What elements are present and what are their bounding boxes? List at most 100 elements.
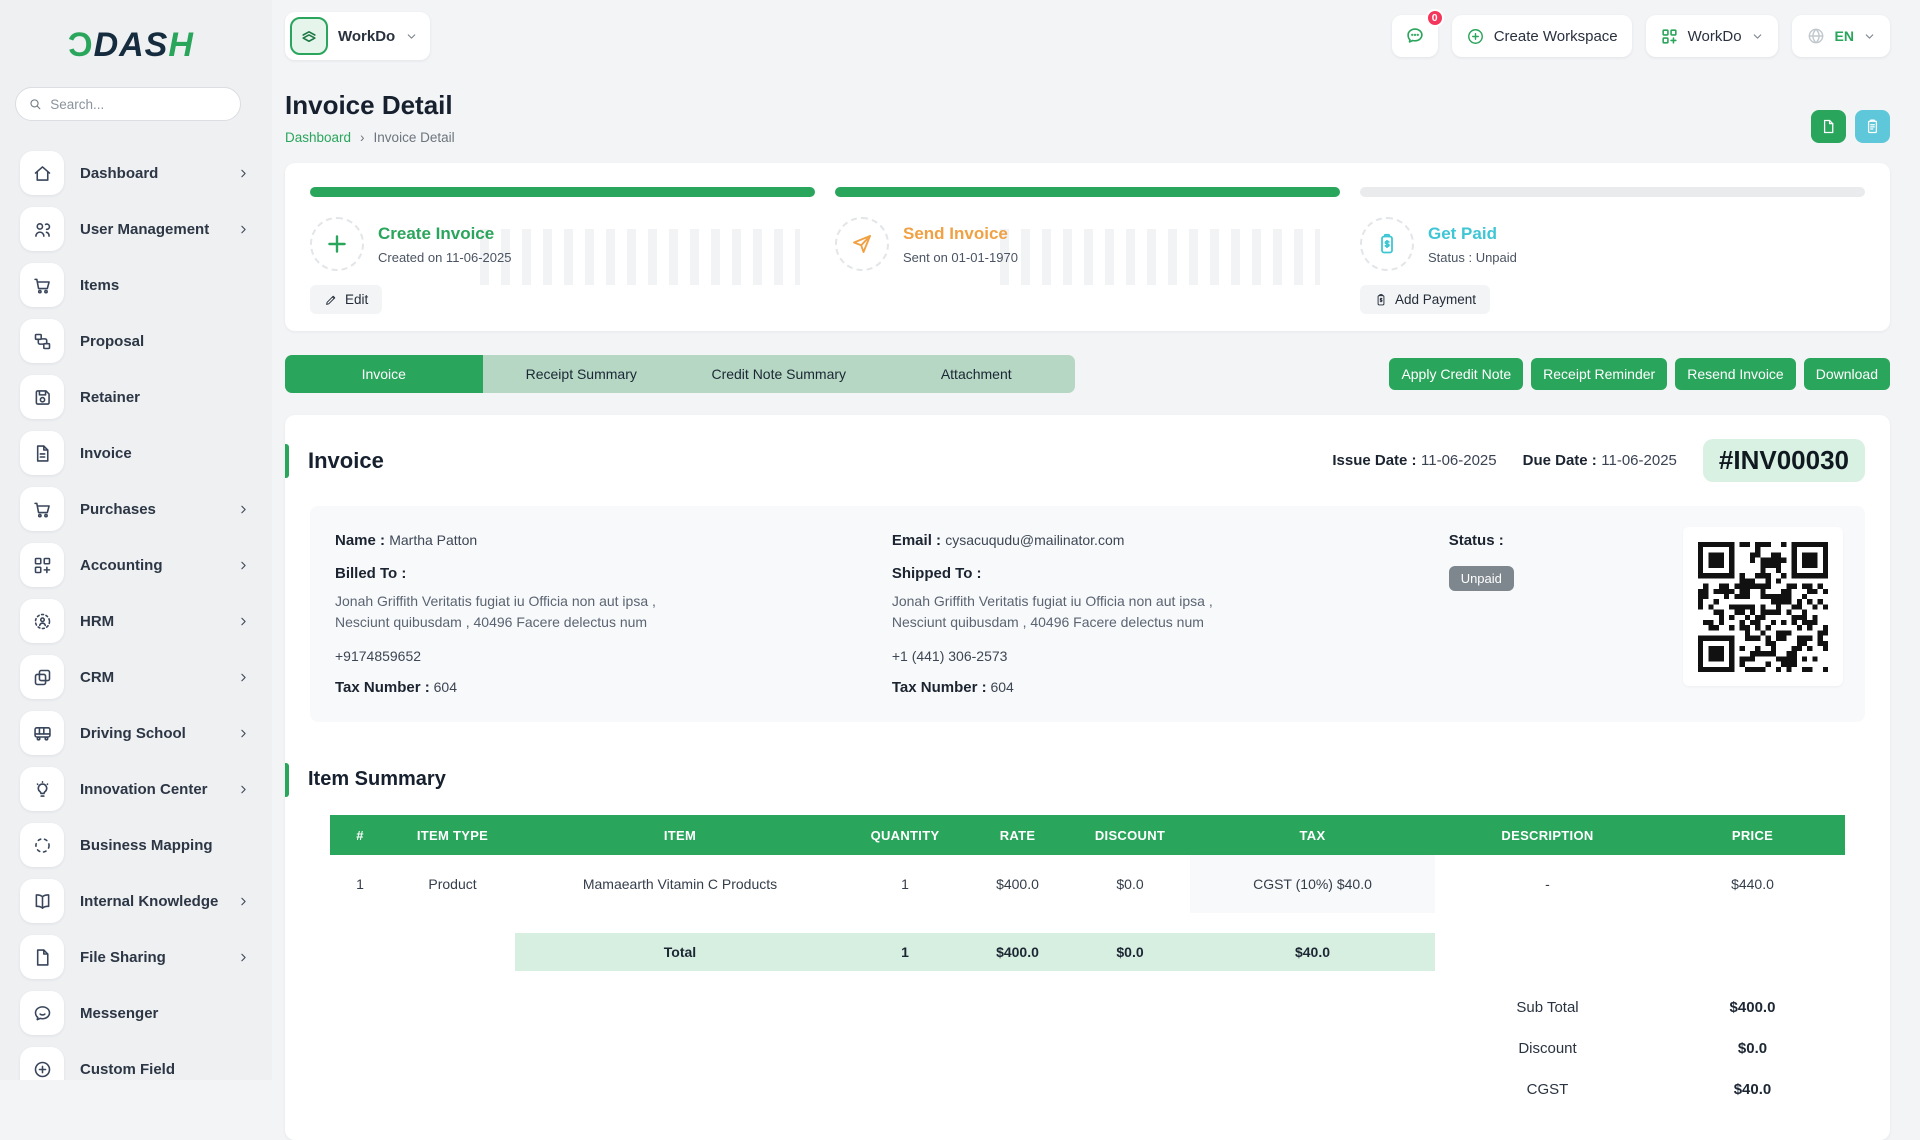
customer-name: Martha Patton	[389, 532, 477, 548]
sidebar-item-purchases[interactable]: Purchases	[20, 487, 250, 531]
qr-code	[1683, 527, 1843, 686]
clipboard-dollar-icon	[1374, 293, 1388, 307]
chat-notification-icon	[1404, 25, 1426, 47]
chevron-right-icon	[237, 559, 250, 572]
step-get-paid: Get Paid Status : Unpaid Add Payment	[1360, 187, 1865, 319]
chevron-right-icon	[237, 671, 250, 684]
notification-count-badge: 0	[1426, 9, 1444, 27]
sidebar-item-items[interactable]: Items	[20, 263, 250, 307]
chevron-right-icon	[237, 503, 250, 516]
resend-invoice-button[interactable]: Resend Invoice	[1675, 358, 1796, 390]
billed-to-block: Name : Martha Patton Billed To : Jonah G…	[335, 532, 892, 696]
tab-row: Invoice Receipt Summary Credit Note Summ…	[285, 355, 1890, 393]
shipped-phone: +1 (441) 306-2573	[892, 648, 1449, 664]
sidebar-item-accounting[interactable]: Accounting	[20, 543, 250, 587]
invoice-section-header: Invoice Issue Date : 11-06-2025 Due Date…	[285, 439, 1890, 482]
item-summary-title: Item Summary	[308, 768, 446, 791]
sidebar: ƆDASH Dashboard User Management Items Pr…	[0, 0, 272, 1080]
clipboard-icon	[1864, 118, 1881, 135]
topbar: WorkDo 0 Create Workspace WorkDo EN	[285, 12, 1890, 60]
sidebar-item-business-mapping[interactable]: Business Mapping	[20, 823, 250, 867]
workflow-icon	[20, 319, 64, 363]
apply-credit-note-button[interactable]: Apply Credit Note	[1389, 358, 1523, 390]
chevron-right-icon	[237, 615, 250, 628]
copy-link-button[interactable]	[1855, 110, 1890, 143]
cart-icon	[20, 263, 64, 307]
due-date: Due Date : 11-06-2025	[1523, 452, 1677, 470]
sidebar-item-dashboard[interactable]: Dashboard	[20, 151, 250, 195]
chevron-down-icon	[405, 30, 418, 43]
invoice-tabs: Invoice Receipt Summary Credit Note Summ…	[285, 355, 1075, 393]
shipped-address: Jonah Griffith Veritatis fugiat iu Offic…	[892, 591, 1449, 633]
clipboard-dollar-icon	[1360, 217, 1414, 271]
shipped-to-block: Email : cysacuqudu@mailinator.com Shippe…	[892, 532, 1449, 696]
progress-bar-send	[835, 187, 1340, 197]
duplicate-invoice-button[interactable]	[1811, 110, 1846, 143]
tab-credit-note-summary[interactable]: Credit Note Summary	[680, 355, 878, 393]
pencil-icon	[324, 293, 338, 307]
sidebar-item-messenger[interactable]: Messenger	[20, 991, 250, 1035]
sidebar-item-invoice[interactable]: Invoice	[20, 431, 250, 475]
add-payment-button[interactable]: Add Payment	[1360, 285, 1490, 314]
main-content: WorkDo 0 Create Workspace WorkDo EN	[272, 0, 1920, 1080]
customer-panel: Name : Martha Patton Billed To : Jonah G…	[310, 506, 1865, 722]
sidebar-item-user-management[interactable]: User Management	[20, 207, 250, 251]
person-target-icon	[20, 599, 64, 643]
step-send-invoice: Send Invoice Sent on 01-01-1970	[835, 187, 1360, 319]
create-workspace-button[interactable]: Create Workspace	[1452, 15, 1632, 57]
notifications-button[interactable]: 0	[1392, 15, 1438, 57]
sidebar-item-proposal[interactable]: Proposal	[20, 319, 250, 363]
cart-icon	[20, 487, 64, 531]
search-icon	[28, 96, 42, 112]
copy-icon	[20, 655, 64, 699]
tab-invoice[interactable]: Invoice	[285, 355, 483, 393]
sidebar-item-hrm[interactable]: HRM	[20, 599, 250, 643]
table-row: 1 Product Mamaearth Vitamin C Products 1…	[330, 855, 1845, 913]
sidebar-item-internal-knowledge[interactable]: Internal Knowledge	[20, 879, 250, 923]
sidebar-item-custom-field[interactable]: Custom Field	[20, 1047, 250, 1080]
section-accent	[285, 444, 289, 478]
apps-menu-button[interactable]: WorkDo	[1646, 15, 1778, 57]
sidebar-item-driving-school[interactable]: Driving School	[20, 711, 250, 755]
chevron-right-icon	[237, 167, 250, 180]
chat-icon	[20, 991, 64, 1035]
language-selector[interactable]: EN	[1792, 15, 1890, 57]
download-button[interactable]: Download	[1804, 358, 1890, 390]
subtotal-row: Sub Total $400.0	[1435, 987, 1845, 1028]
sidebar-search[interactable]	[15, 87, 241, 121]
issue-date: Issue Date : 11-06-2025	[1332, 452, 1496, 470]
topbar-right: 0 Create Workspace WorkDo EN	[1392, 15, 1890, 57]
discount-row: Discount $0.0	[1435, 1028, 1845, 1069]
step-create-invoice: Create Invoice Created on 11-06-2025 Edi…	[310, 187, 835, 319]
search-input[interactable]	[50, 97, 228, 112]
bulb-icon	[20, 767, 64, 811]
sidebar-item-crm[interactable]: CRM	[20, 655, 250, 699]
breadcrumb: Dashboard › Invoice Detail	[285, 130, 1890, 145]
book-icon	[20, 879, 64, 923]
app-logo[interactable]: ƆDASH	[68, 26, 272, 65]
workspace-selector[interactable]: WorkDo	[285, 12, 430, 60]
chevron-right-icon	[237, 223, 250, 236]
breadcrumb-dashboard-link[interactable]: Dashboard	[285, 130, 351, 145]
cgst-row: CGST $40.0	[1435, 1069, 1845, 1110]
home-icon	[20, 151, 64, 195]
progress-bar-create	[310, 187, 815, 197]
sidebar-item-innovation-center[interactable]: Innovation Center	[20, 767, 250, 811]
sidebar-item-file-sharing[interactable]: File Sharing	[20, 935, 250, 979]
progress-bar-paid	[1360, 187, 1865, 197]
circle-plus-icon	[20, 1047, 64, 1080]
table-total-row: Total 1 $400.0 $0.0 $40.0	[330, 933, 1845, 971]
billed-phone: +9174859652	[335, 648, 892, 664]
receipt-reminder-button[interactable]: Receipt Reminder	[1531, 358, 1667, 390]
file-icon	[20, 935, 64, 979]
tab-receipt-summary[interactable]: Receipt Summary	[483, 355, 681, 393]
billed-address: Jonah Griffith Veritatis fugiat iu Offic…	[335, 591, 892, 633]
tab-attachment[interactable]: Attachment	[878, 355, 1076, 393]
workspace-icon	[290, 17, 328, 55]
sidebar-item-retainer[interactable]: Retainer	[20, 375, 250, 419]
users-icon	[20, 207, 64, 251]
chevron-down-icon	[1863, 30, 1876, 43]
edit-invoice-button[interactable]: Edit	[310, 285, 382, 314]
grid-plus-icon	[1660, 27, 1679, 46]
file-text-icon	[20, 431, 64, 475]
